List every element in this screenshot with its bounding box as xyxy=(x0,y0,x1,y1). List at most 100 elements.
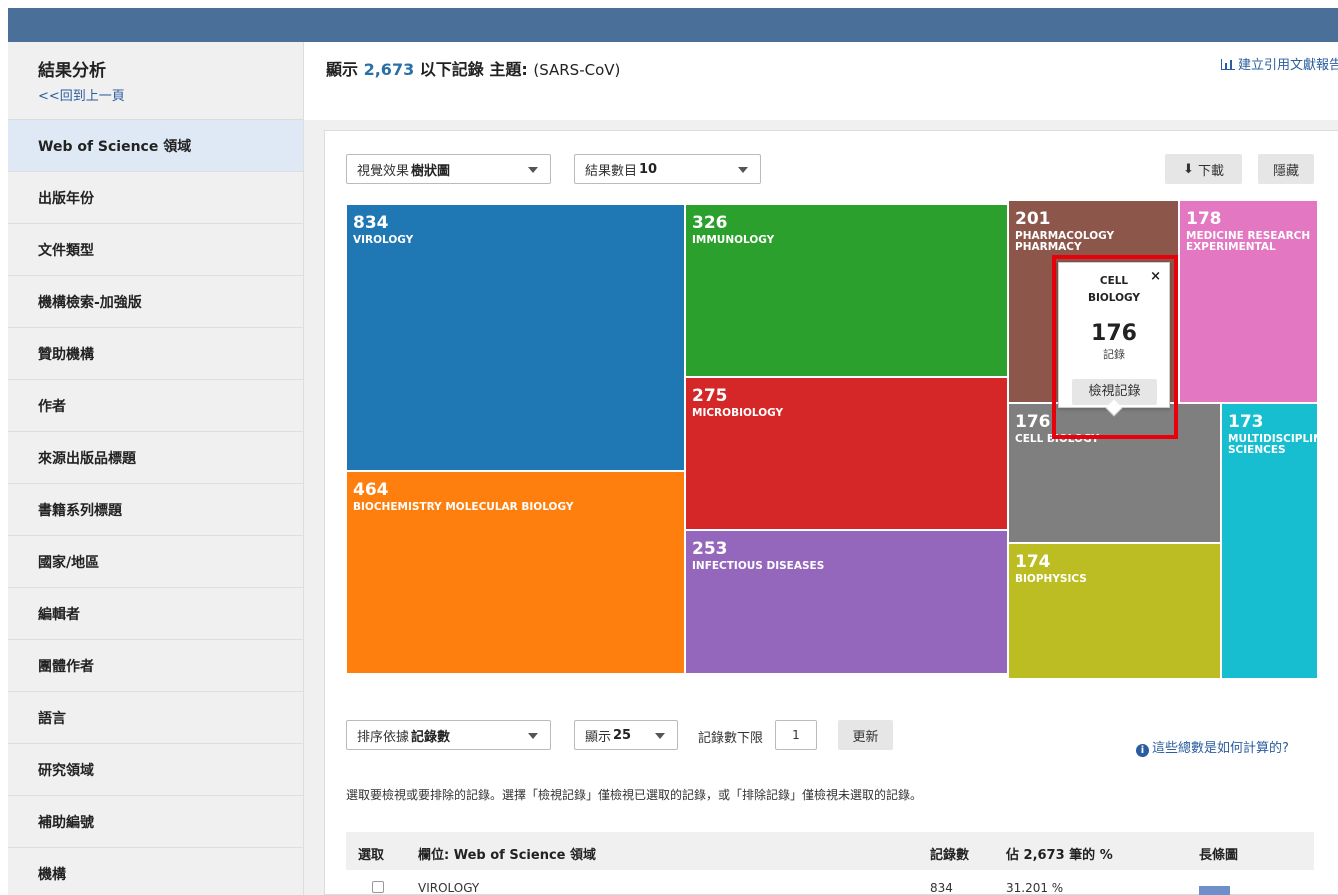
help-label: 這些總數是如何計算的? xyxy=(1152,741,1289,756)
results-value: 10 xyxy=(639,161,658,177)
treemap-tooltip: CELL BIOLOGY × 176 記錄 檢視記錄 xyxy=(1058,262,1170,417)
tile-value: 176 xyxy=(1015,412,1051,432)
sidebar-item[interactable]: 書籍系列標題 xyxy=(8,484,303,536)
col-count: 記錄數 xyxy=(930,848,970,863)
sidebar-item[interactable]: 來源出版品標題 xyxy=(8,432,303,484)
tile-value: 834 xyxy=(353,213,389,233)
hide-button[interactable]: 隱藏 xyxy=(1258,154,1314,184)
citation-report-link[interactable]: 建立引用文獻報告 xyxy=(1220,54,1338,73)
sidebar-title: 結果分析 xyxy=(38,61,106,81)
sort-select[interactable]: 排序依據 記錄數 xyxy=(346,720,551,750)
sidebar-item[interactable]: 文件類型 xyxy=(8,224,303,276)
download-icon: ⬇ xyxy=(1183,161,1194,177)
treemap-tile[interactable]: 174 BIOPHYSICS xyxy=(1008,543,1221,679)
tile-label: MULTIDISCIPLINARY SCIENCES xyxy=(1228,433,1317,456)
min-records-label: 記錄數下限 xyxy=(698,731,764,746)
viz-value: 樹狀圖 xyxy=(411,163,451,179)
tile-label: BIOPHYSICS xyxy=(1015,573,1087,585)
treemap-tile[interactable]: 275 MICROBIOLOGY xyxy=(685,377,1008,530)
title-middle: 以下記錄 主題: xyxy=(419,60,528,79)
tile-value: 201 xyxy=(1015,209,1051,229)
chevron-down-icon xyxy=(655,733,665,739)
record-count: 2,673 xyxy=(363,60,415,79)
chevron-down-icon xyxy=(528,167,538,173)
sort-value: 記錄數 xyxy=(411,729,451,745)
chevron-down-icon xyxy=(528,733,538,739)
close-icon[interactable]: × xyxy=(1150,269,1161,284)
bar-chart-icon xyxy=(1220,59,1235,70)
selection-instructions: 選取要檢視或要排除的記錄。選擇「檢視記錄」僅檢視已選取的記錄，或「排除記錄」僅檢… xyxy=(346,788,923,802)
tile-value: 253 xyxy=(692,539,728,559)
sidebar-item[interactable]: 作者 xyxy=(8,380,303,432)
show-label: 顯示 xyxy=(585,729,612,745)
update-label: 更新 xyxy=(852,729,879,745)
sidebar-item[interactable]: 團體作者 xyxy=(8,640,303,692)
tile-label: VIROLOGY xyxy=(353,234,414,246)
tooltip-count: 176 xyxy=(1091,321,1137,346)
treemap-tile[interactable]: 173MULTIDISCIPLINARY SCIENCES xyxy=(1221,403,1318,679)
sort-label: 排序依據 xyxy=(357,729,410,745)
update-button[interactable]: 更新 xyxy=(838,720,893,750)
tile-value: 464 xyxy=(353,480,389,500)
treemap-tile[interactable]: 253 INFECTIOUS DISEASES xyxy=(685,530,1008,674)
sidebar-item[interactable]: 機構 xyxy=(8,848,303,895)
tile-label: IMMUNOLOGY xyxy=(692,234,775,246)
tile-value: 174 xyxy=(1015,552,1051,572)
tile-value: 275 xyxy=(692,386,728,406)
row-field: VIROLOGY xyxy=(418,881,480,895)
tile-value: 173 xyxy=(1228,412,1264,432)
treemap-tile[interactable]: 464 BIOCHEMISTRY MOLECULAR BIOLOGY xyxy=(346,471,685,674)
sidebar-item[interactable]: 補助編號 xyxy=(8,796,303,848)
treemap-tile[interactable]: 326 IMMUNOLOGY xyxy=(685,204,1008,377)
tile-label: PHARMACOLOGY PHARMACY xyxy=(1015,230,1115,253)
treemap-tile[interactable]: 178 MEDICINE RESEARCH EXPERIMENTAL xyxy=(1179,200,1318,403)
download-button[interactable]: ⬇ 下載 xyxy=(1165,154,1242,184)
sidebar-item[interactable]: 國家/地區 xyxy=(8,536,303,588)
sidebar-item[interactable]: 出版年份 xyxy=(8,172,303,224)
chevron-down-icon xyxy=(738,167,748,173)
col-field: 欄位: Web of Science 領域 xyxy=(418,848,597,863)
col-percent: 佔 2,673 筆的 % xyxy=(1006,848,1113,863)
sidebar-item[interactable]: 贊助機構 xyxy=(8,328,303,380)
tile-value: 326 xyxy=(692,213,728,233)
tile-label: MEDICINE RESEARCH EXPERIMENTAL xyxy=(1186,230,1311,253)
sidebar: 結果分析 <<回到上一頁 Web of Science 領域 出版年份 文件類型 機構… xyxy=(8,42,304,895)
viz-label: 視覺效果 xyxy=(357,163,410,179)
show-value: 25 xyxy=(613,727,632,743)
sidebar-item[interactable]: 編輯者 xyxy=(8,588,303,640)
sidebar-item[interactable]: Web of Science 領域 xyxy=(8,120,303,172)
tile-label: BIOCHEMISTRY MOLECULAR BIOLOGY xyxy=(353,501,574,513)
results-header: 顯示 2,673 以下記錄 主題: (SARS-CoV) 建立引用文獻報告 xyxy=(304,42,1338,120)
top-bar xyxy=(8,8,1338,42)
sidebar-list: Web of Science 領域 出版年份 文件類型 機構檢索-加強版 贊助機構 作者來… xyxy=(8,120,303,895)
tile-label: INFECTIOUS DISEASES xyxy=(692,560,825,572)
hide-label: 隱藏 xyxy=(1272,163,1299,179)
tooltip-title-line2: BIOLOGY xyxy=(1087,292,1141,304)
row-percent: 31.201 % xyxy=(1006,881,1064,895)
sidebar-header: 結果分析 <<回到上一頁 xyxy=(8,42,303,120)
tooltip-unit: 記錄 xyxy=(1103,348,1125,361)
sidebar-item[interactable]: 機構檢索-加強版 xyxy=(8,276,303,328)
result-count-select[interactable]: 結果數目 10 xyxy=(574,154,761,184)
row-count: 834 xyxy=(930,881,953,895)
treemap-tile[interactable]: 834 VIROLOGY xyxy=(346,204,685,471)
citation-report-label: 建立引用文獻報告 xyxy=(1237,58,1338,73)
row-bar xyxy=(1199,886,1230,895)
col-bar: 長條圖 xyxy=(1199,848,1239,863)
row-checkbox[interactable] xyxy=(372,881,384,893)
visualization-select[interactable]: 視覺效果 樹狀圖 xyxy=(346,154,551,184)
tile-label: MICROBIOLOGY xyxy=(692,407,784,419)
sidebar-item[interactable]: 研究領域 xyxy=(8,744,303,796)
col-select: 選取 xyxy=(358,848,385,863)
page-title: 顯示 2,673 以下記錄 主題: (SARS-CoV) xyxy=(326,56,620,80)
sidebar-item[interactable]: 語言 xyxy=(8,692,303,744)
results-label: 結果數目 xyxy=(585,163,638,179)
back-link[interactable]: <<回到上一頁 xyxy=(38,85,303,104)
tile-value: 178 xyxy=(1186,209,1222,229)
min-records-input[interactable]: 1 xyxy=(775,720,817,750)
info-icon: i xyxy=(1136,744,1149,757)
title-prefix: 顯示 xyxy=(326,60,359,79)
show-count-select[interactable]: 顯示 25 xyxy=(574,720,678,750)
help-link[interactable]: i 這些總數是如何計算的? xyxy=(1136,737,1289,757)
table-header: 選取 欄位: Web of Science 領域 記錄數 佔 2,673 筆的 … xyxy=(346,832,1314,870)
